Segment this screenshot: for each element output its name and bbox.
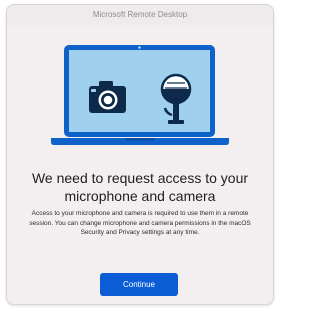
illustration [7,45,273,155]
permission-window: Microsoft Remote Desktop We need to requ… [6,4,274,305]
dialog-body: Access to your microphone and camera is … [29,210,251,236]
continue-button[interactable]: Continue [100,273,178,296]
window-title: Microsoft Remote Desktop [7,5,273,25]
dialog-heading: We need to request access to your microp… [31,170,249,204]
laptop-icon [51,45,229,145]
